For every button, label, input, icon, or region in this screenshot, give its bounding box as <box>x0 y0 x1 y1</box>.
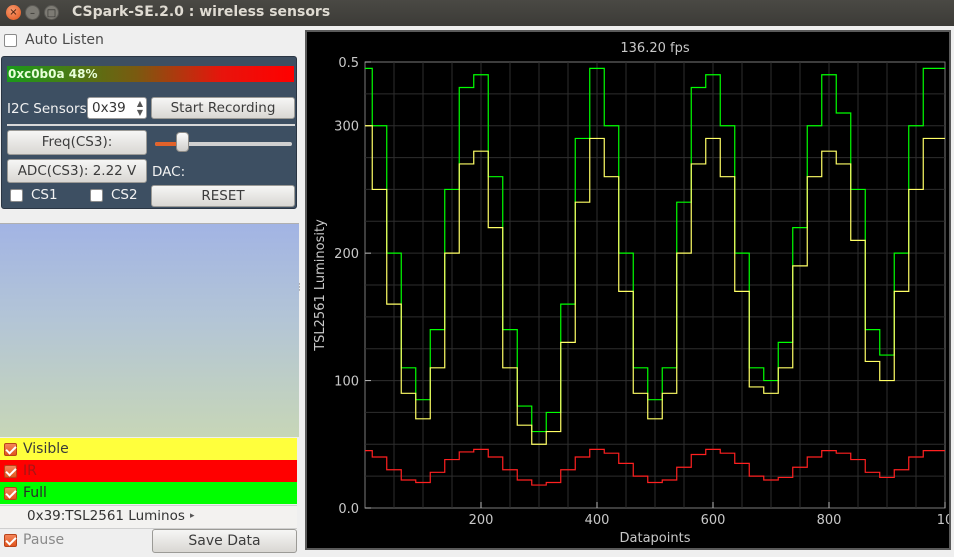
checkbox-icon[interactable] <box>4 442 17 456</box>
spin-down-icon[interactable]: ▼ <box>137 108 143 117</box>
progress-text: 0xc0b0a 48% <box>8 67 98 81</box>
dac-label: DAC: <box>152 164 186 180</box>
checkbox-icon[interactable] <box>4 486 17 500</box>
checkbox-icon[interactable] <box>10 188 23 202</box>
maximize-icon[interactable]: □ <box>44 5 59 20</box>
cs2-label: CS2 <box>111 187 138 203</box>
close-icon[interactable]: × <box>6 5 21 20</box>
pause-label: Pause <box>23 532 65 548</box>
sensor-select[interactable]: 0x39:TSL2561 Luminos ▸ <box>0 505 297 529</box>
auto-listen-label: Auto Listen <box>25 32 104 48</box>
adc-button[interactable]: ADC(CS3): 2.22 V <box>7 159 147 183</box>
legend-full-toggle[interactable]: Full <box>0 482 297 504</box>
separator <box>7 124 295 126</box>
freq-slider-handle[interactable] <box>176 132 190 152</box>
fps-label: 136.20 fps <box>620 41 689 56</box>
y-axis-label: TSL2561 Luminosity <box>313 219 328 352</box>
i2c-sensors-label: I2C Sensors <box>7 101 87 117</box>
cs2-checkbox[interactable]: CS2 <box>90 187 138 203</box>
save-data-button[interactable]: Save Data <box>152 529 297 553</box>
splitter-handle[interactable]: · · · <box>298 281 301 296</box>
checkbox-icon[interactable] <box>90 188 103 202</box>
left-panel: Auto Listen 0xc0b0a 48% I2C Sensors 0x39… <box>0 26 300 557</box>
checkbox-icon[interactable] <box>4 464 17 478</box>
y-tick-label: 200 <box>334 247 359 262</box>
legend-visible-toggle[interactable]: Visible <box>0 438 297 460</box>
progress-bar: 0xc0b0a 48% <box>7 66 294 82</box>
x-tick-label: 400 <box>585 513 610 528</box>
x-tick-label: 10 <box>937 513 949 528</box>
start-recording-button[interactable]: Start Recording <box>151 97 295 119</box>
y-tick-label: 0.5 <box>338 56 359 71</box>
cs1-checkbox[interactable]: CS1 <box>10 187 58 203</box>
luminosity-plot[interactable]: 136.20 fps 200 400 600 800 10 0.0 100 200 300 0.5… <box>307 32 949 548</box>
window-title: CSpark-SE.2.0 : wireless sensors <box>72 4 331 20</box>
legend-full-label: Full <box>23 485 47 501</box>
i2c-address-value: 0x39 <box>92 100 126 116</box>
auto-listen-checkbox[interactable]: Auto Listen <box>4 31 104 49</box>
x-axis-label: Datapoints <box>620 531 691 546</box>
empty-panel-area <box>0 223 299 437</box>
spin-up-icon[interactable]: ▲ <box>137 99 143 108</box>
x-tick-label: 200 <box>469 513 494 528</box>
cs1-label: CS1 <box>31 187 58 203</box>
i2c-address-spinbox[interactable]: 0x39 ▲ ▼ <box>87 97 147 119</box>
checkbox-icon[interactable] <box>4 533 17 547</box>
legend-ir-toggle[interactable]: IR <box>0 460 297 482</box>
control-panel: 0xc0b0a 48% I2C Sensors 0x39 ▲ ▼ Start R… <box>1 56 297 209</box>
submenu-arrow-icon: ▸ <box>190 511 195 521</box>
reset-button[interactable]: RESET <box>151 185 295 207</box>
title-bar: × – □ CSpark-SE.2.0 : wireless sensors <box>0 0 954 26</box>
y-tick-label: 300 <box>334 120 359 135</box>
plot-ticks: 200 400 600 800 10 0.0 100 200 300 0.5 <box>334 56 949 528</box>
minimize-icon[interactable]: – <box>25 5 40 20</box>
freq-button[interactable]: Freq(CS3): <box>7 130 147 155</box>
pause-checkbox[interactable]: Pause <box>4 530 64 550</box>
spin-arrows[interactable]: ▲ ▼ <box>137 99 143 117</box>
x-tick-label: 800 <box>817 513 842 528</box>
legend-visible-label: Visible <box>23 441 69 457</box>
legend-ir-label: IR <box>23 463 37 479</box>
sensor-select-value: 0x39:TSL2561 Luminos <box>27 508 185 524</box>
y-tick-label: 0.0 <box>338 502 359 517</box>
plot-grid <box>364 61 946 509</box>
x-tick-label: 600 <box>701 513 726 528</box>
checkbox-icon[interactable] <box>4 33 17 47</box>
y-tick-label: 100 <box>334 375 359 390</box>
